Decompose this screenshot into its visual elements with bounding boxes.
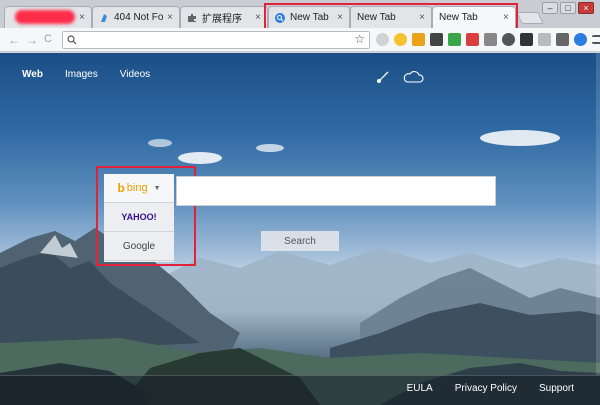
extension-icon[interactable] bbox=[520, 33, 533, 46]
minimize-button[interactable]: – bbox=[542, 2, 558, 14]
extension-icon[interactable] bbox=[448, 33, 461, 46]
extension-icon[interactable] bbox=[484, 33, 497, 46]
search-icon bbox=[67, 35, 77, 45]
extension-icons bbox=[376, 33, 600, 46]
back-button[interactable]: ← bbox=[8, 33, 20, 47]
tab-redacted[interactable]: × bbox=[4, 6, 92, 28]
search-type-nav: Web Images Videos bbox=[22, 69, 150, 80]
menu-icon[interactable] bbox=[592, 35, 600, 44]
maximize-button[interactable]: □ bbox=[560, 2, 576, 14]
search-button[interactable]: Search bbox=[261, 231, 339, 251]
tab-404[interactable]: 404 Not Fou × bbox=[92, 6, 180, 28]
tab-label: 扩展程序 bbox=[202, 14, 242, 25]
tab-close-icon[interactable]: × bbox=[255, 12, 261, 23]
extension-icon[interactable] bbox=[430, 33, 443, 46]
tab-close-icon[interactable]: × bbox=[79, 12, 85, 23]
forward-button[interactable]: → bbox=[26, 33, 38, 47]
extension-icon[interactable] bbox=[394, 33, 407, 46]
page-icon bbox=[101, 13, 107, 22]
tab-label: 404 Not Fou bbox=[114, 12, 164, 23]
puzzle-icon bbox=[188, 13, 196, 22]
address-bar[interactable]: ☆ bbox=[62, 31, 370, 49]
redacted-blur bbox=[15, 10, 75, 24]
tab-close-icon[interactable]: × bbox=[167, 12, 173, 23]
close-window-button[interactable]: × bbox=[578, 2, 594, 14]
tab-extensions[interactable]: 扩展程序 × bbox=[180, 6, 268, 28]
extension-icon[interactable] bbox=[502, 33, 515, 46]
mountain-background-image bbox=[0, 130, 600, 405]
nav-videos[interactable]: Videos bbox=[120, 69, 150, 80]
brush-icon[interactable] bbox=[376, 70, 390, 84]
extension-icon[interactable] bbox=[556, 33, 569, 46]
extension-icon[interactable] bbox=[574, 33, 587, 46]
extension-icon[interactable] bbox=[412, 33, 425, 46]
nav-images[interactable]: Images bbox=[65, 69, 98, 80]
window-controls: – □ × bbox=[542, 2, 594, 14]
footer: EULA Privacy Policy Support bbox=[0, 375, 600, 405]
bookmark-star-icon[interactable]: ☆ bbox=[354, 32, 365, 46]
page-tools bbox=[376, 70, 424, 84]
new-tab-button[interactable] bbox=[516, 12, 544, 24]
cloud-icon[interactable] bbox=[402, 70, 424, 84]
footer-links: EULA Privacy Policy Support bbox=[407, 383, 574, 394]
search-input[interactable] bbox=[176, 176, 496, 206]
new-tab-page: Web Images Videos b bing ▼ YAHOO! Google… bbox=[0, 53, 600, 405]
nav-web[interactable]: Web bbox=[22, 69, 43, 80]
scrollbar[interactable] bbox=[596, 53, 600, 375]
eula-link[interactable]: EULA bbox=[407, 383, 433, 394]
extension-icon[interactable] bbox=[538, 33, 551, 46]
support-link[interactable]: Support bbox=[539, 383, 574, 394]
reload-button[interactable]: C bbox=[44, 33, 52, 45]
extension-icon[interactable] bbox=[466, 33, 479, 46]
toolbar: ← → C ☆ bbox=[0, 28, 600, 52]
extension-icon[interactable] bbox=[376, 33, 389, 46]
privacy-policy-link[interactable]: Privacy Policy bbox=[455, 383, 517, 394]
